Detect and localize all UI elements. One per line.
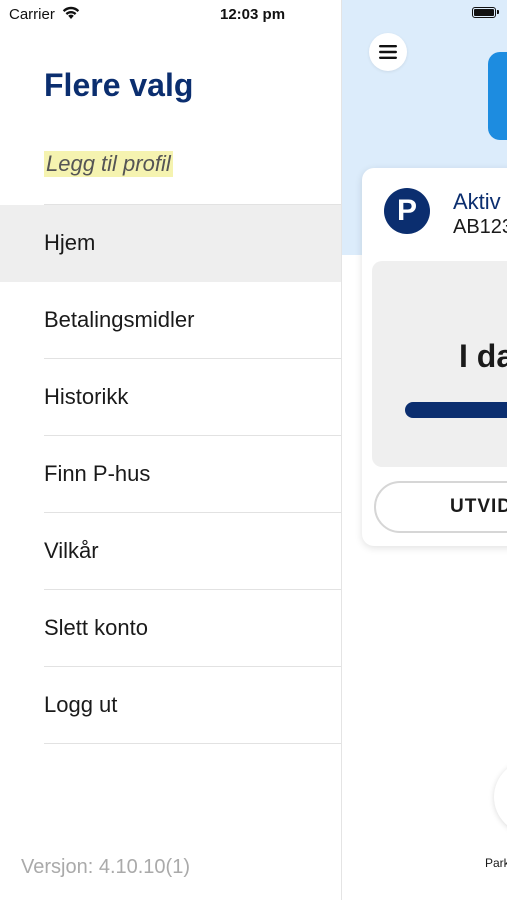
card-summary-heading: I da <box>459 338 507 374</box>
menu-item-label: Betalingsmidler <box>44 307 195 332</box>
drawer-title: Flere valg <box>44 67 194 103</box>
side-drawer: Carrier 12:03 pm Flere valg Legg til pro… <box>0 0 342 900</box>
card-title: Aktiv <box>453 189 501 214</box>
menu-item-label: Vilkår <box>44 538 99 563</box>
status-bar: Carrier 12:03 pm <box>0 0 341 28</box>
menu-item-label: Slett konto <box>44 615 148 640</box>
menu-item-label: Logg ut <box>44 692 118 717</box>
menu-item-find-parking-garage[interactable]: Finn P-hus <box>0 436 341 513</box>
background-app-screen: P Aktiv AB123 I da UTVID Park <box>342 0 507 900</box>
menu-item-label: Historikk <box>44 384 129 409</box>
drawer-menu: Hjem Betalingsmidler Historikk Finn P-hu… <box>0 205 341 744</box>
menu-item-log-out[interactable]: Logg ut <box>0 667 341 744</box>
divider <box>44 743 341 744</box>
menu-item-terms[interactable]: Vilkår <box>0 513 341 590</box>
menu-button[interactable] <box>369 33 407 71</box>
menu-item-payment-methods[interactable]: Betalingsmidler <box>0 282 341 359</box>
menu-item-label: Finn P-hus <box>44 461 151 486</box>
clock: 12:03 pm <box>220 6 286 23</box>
expand-button-label: UTVID <box>450 496 507 517</box>
license-plate: AB123 <box>453 216 507 238</box>
header-action-tile[interactable] <box>488 52 507 140</box>
park-floating-button[interactable] <box>494 760 507 834</box>
menu-item-home[interactable]: Hjem <box>0 205 341 282</box>
battery-icon <box>472 7 499 18</box>
parking-badge-label: P <box>396 194 417 227</box>
app-version: Versjon: 4.10.10(1) <box>21 856 190 878</box>
add-profile-link[interactable]: Legg til profil <box>44 151 173 177</box>
hamburger-menu-icon <box>379 45 397 59</box>
active-parking-card: P Aktiv AB123 I da UTVID <box>362 168 507 546</box>
wifi-icon <box>62 6 80 19</box>
card-summary-panel: I da <box>372 261 507 467</box>
menu-item-history[interactable]: Historikk <box>0 359 341 436</box>
menu-item-delete-account[interactable]: Slett konto <box>0 590 341 667</box>
parking-progress-bar <box>405 402 507 418</box>
parking-badge-icon: P <box>384 188 430 234</box>
expand-button[interactable]: UTVID <box>374 481 507 533</box>
menu-item-label: Hjem <box>44 230 96 255</box>
carrier-label: Carrier <box>9 6 55 23</box>
park-button-label: Park <box>485 856 507 870</box>
